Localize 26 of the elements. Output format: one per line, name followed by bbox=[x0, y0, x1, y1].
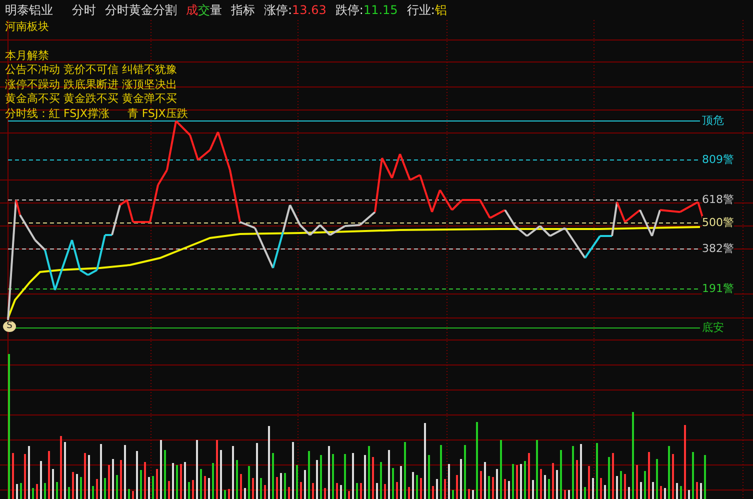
level-label: 500警 bbox=[702, 216, 734, 229]
quote-value: 13.63 bbox=[292, 3, 326, 17]
level-label: 顶危 bbox=[702, 114, 724, 127]
sector-text: 河南板块 bbox=[5, 20, 50, 34]
legend-text: 青 FSJX压跌 bbox=[127, 106, 188, 121]
note-text: 本月解禁 bbox=[5, 48, 50, 63]
level-label: 618警 bbox=[702, 193, 734, 206]
sell-marker: S bbox=[3, 321, 16, 332]
quote-value: 11.15 bbox=[363, 3, 398, 17]
menu-item[interactable]: 分时 bbox=[72, 2, 96, 18]
menu-item[interactable]: 指标 bbox=[231, 2, 255, 18]
legend-text: 分时线：紅 FSJX撑涨 bbox=[5, 106, 110, 121]
level-label: 191警 bbox=[702, 282, 734, 295]
level-label: 809警 bbox=[702, 153, 734, 166]
quote-value: 铝 bbox=[434, 2, 447, 18]
menu-item[interactable]: 成交量 bbox=[186, 2, 222, 18]
quote-label: 跌停: bbox=[335, 2, 364, 18]
note-text: 黄金高不买 黄金跌不买 黄金弹不买 bbox=[5, 92, 178, 106]
note-text: 公告不冲动 竞价不可信 纠错不犹豫 bbox=[5, 63, 178, 78]
note-text: 涨停不躁动 跌底果断进 涨顶坚决出 bbox=[5, 78, 178, 92]
quote-label: 行业: bbox=[406, 2, 435, 18]
quote-label: 涨停: bbox=[264, 2, 292, 18]
level-label: 382警 bbox=[702, 242, 734, 255]
menu-item[interactable]: 分时黄金分割 bbox=[105, 2, 177, 18]
level-label: 底安 bbox=[702, 321, 724, 334]
stock-name: 明泰铝业 bbox=[5, 2, 53, 18]
